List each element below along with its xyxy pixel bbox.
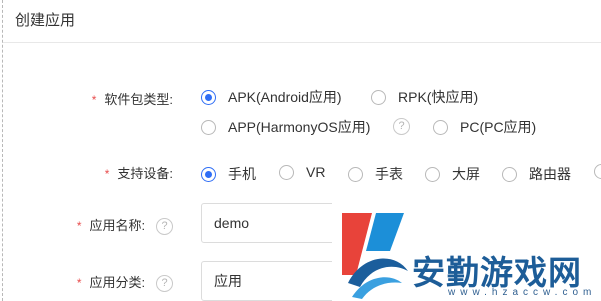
watermark-logo-icon — [342, 213, 408, 299]
app-name-input[interactable]: demo — [201, 203, 351, 243]
required-mark: * — [91, 93, 97, 107]
package-type-option-apk[interactable]: APK(Android应用) — [201, 87, 342, 107]
app-category-label: * 应用分类: ? — [76, 272, 173, 293]
package-type-option-rpk[interactable]: RPK(快应用) — [371, 87, 478, 107]
radio-icon[interactable] — [201, 119, 216, 135]
help-icon[interactable]: ? — [156, 218, 173, 236]
create-app-page: 创建应用 * 软件包类型: APK(Android应用) RPK(快应用) APP… — [0, 0, 601, 301]
devices-label: * 支持设备: — [104, 166, 173, 181]
radio-icon[interactable] — [371, 89, 386, 105]
package-type-label: * 软件包类型: — [91, 92, 173, 107]
device-option-vr[interactable]: VR — [279, 164, 325, 180]
left-border — [2, 0, 3, 301]
radio-selected-icon[interactable] — [201, 166, 216, 182]
help-icon[interactable]: ? — [393, 118, 410, 135]
help-icon[interactable]: ? — [156, 275, 173, 293]
app-name-label: * 应用名称: ? — [76, 215, 173, 236]
radio-icon[interactable] — [348, 166, 363, 182]
radio-icon[interactable] — [502, 166, 517, 182]
device-option-watch[interactable]: 手表 — [348, 164, 403, 184]
radio-icon[interactable] — [433, 119, 448, 135]
page-header: 创建应用 — [3, 0, 601, 43]
package-type-option-pc[interactable]: PC(PC应用) — [433, 117, 536, 137]
page-title: 创建应用 — [15, 12, 76, 29]
radio-icon[interactable] — [425, 166, 440, 182]
device-option-tv[interactable]: 大屏 — [425, 164, 480, 184]
device-option-phone[interactable]: 手机 — [201, 164, 256, 184]
watermark-url: www.hzaccw.com — [448, 287, 597, 298]
required-mark: * — [104, 167, 110, 181]
radio-icon[interactable] — [279, 164, 294, 180]
radio-selected-icon[interactable] — [201, 89, 216, 105]
package-type-option-app[interactable]: APP(HarmonyOS应用) — [201, 117, 370, 137]
required-mark: * — [76, 276, 82, 290]
device-option-partial-radio[interactable] — [594, 164, 601, 179]
required-mark: * — [76, 219, 82, 233]
device-option-router[interactable]: 路由器 — [502, 164, 571, 184]
app-category-select[interactable]: 应用 — [201, 261, 351, 301]
